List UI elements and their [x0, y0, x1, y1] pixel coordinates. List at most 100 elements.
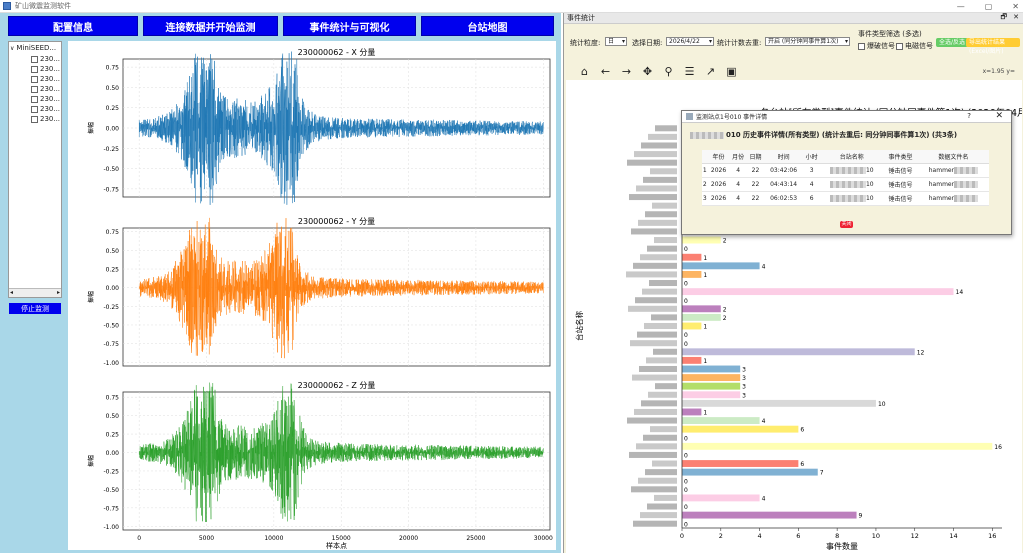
station-checkbox[interactable] — [31, 115, 38, 123]
bar-value-label: 1 — [703, 324, 707, 331]
stop-monitor-button[interactable]: 停止监测 — [9, 303, 61, 314]
tree-item[interactable]: 230... — [9, 64, 61, 74]
connect-button[interactable]: 连接数据并开始监测 — [143, 16, 278, 36]
stats-button[interactable]: 事件统计与可视化 — [283, 16, 416, 36]
redacted-station-label — [631, 486, 677, 493]
tree-item[interactable]: 230... — [9, 104, 61, 114]
dedupe-select[interactable]: 开启 (同分钟同事件算1次) — [765, 37, 850, 46]
bar[interactable] — [682, 399, 876, 407]
save-icon[interactable]: ▣ — [725, 65, 738, 78]
table-row[interactable]: 1 2026 4 22 03:42:06 3 10 锤击信号 hammer — [702, 163, 989, 178]
bar[interactable] — [682, 391, 741, 399]
home-icon[interactable]: ⌂ — [578, 65, 591, 78]
bar[interactable] — [682, 288, 954, 296]
station-checkbox[interactable] — [31, 65, 38, 73]
zoom-icon[interactable]: ⚲ — [662, 65, 675, 78]
y-axis-label: 振幅 — [87, 291, 95, 303]
redacted-value — [829, 180, 866, 188]
bar[interactable] — [682, 417, 760, 424]
bar[interactable] — [682, 442, 993, 450]
station-tree[interactable]: ∨ MiniSEED... 230... 230... 230... 230... 23… — [8, 41, 62, 298]
filter-blast[interactable]: 爆破信号 — [858, 41, 895, 51]
date-picker[interactable]: 2026/4/22 — [666, 37, 714, 46]
bar-value-label: 2 — [723, 315, 727, 322]
bar[interactable] — [682, 270, 702, 278]
help-icon[interactable]: ? — [967, 112, 971, 120]
tree-root-label: MiniSEED... — [16, 44, 57, 52]
electric-checkbox[interactable] — [896, 42, 903, 50]
redacted-station-label — [645, 469, 677, 476]
redacted-value — [829, 166, 866, 174]
stats-close-icon[interactable]: ✕ — [1013, 13, 1019, 24]
bar[interactable] — [682, 356, 702, 364]
maximize-button[interactable]: ▢ — [985, 2, 993, 11]
pan-icon[interactable]: ✥ — [641, 65, 654, 78]
bar-value-label: 4 — [762, 495, 766, 502]
bar[interactable] — [682, 348, 915, 356]
filter-electric[interactable]: 电磁信号 — [896, 41, 933, 51]
y-tick-label: -1.00 — [103, 360, 119, 367]
tree-root[interactable]: ∨ MiniSEED... — [9, 42, 61, 54]
blast-checkbox[interactable] — [858, 42, 865, 50]
map-button[interactable]: 台站地图 — [421, 16, 554, 36]
tree-item[interactable]: 230... — [9, 54, 61, 64]
event-table: 年份 月份 日期 时间 小时 台站名称 事件类型 数据文件名 1 2026 4 22 03:42:06… — [702, 150, 989, 206]
bar[interactable] — [682, 468, 818, 476]
bar-value-label: 0 — [684, 504, 688, 511]
period-select[interactable]: 日 — [605, 37, 627, 46]
bar[interactable] — [682, 408, 702, 416]
tree-item[interactable]: 230... — [9, 94, 61, 104]
close-button[interactable]: ✕ — [1012, 2, 1019, 11]
table-row[interactable]: 2 2026 4 22 04:43:14 4 10 锤击信号 hammer — [702, 177, 989, 192]
table-cell: hammer — [917, 191, 989, 206]
bar[interactable] — [682, 382, 741, 390]
restore-icon[interactable]: 🗗 — [1001, 13, 1008, 24]
dialog-close-icon[interactable]: ✕ — [995, 111, 1003, 121]
table-cell: 10 — [820, 163, 884, 178]
tree-item[interactable]: 230... — [9, 114, 61, 124]
bar[interactable] — [682, 236, 721, 244]
bar[interactable] — [682, 253, 702, 261]
redacted-station-label — [652, 460, 677, 467]
station-checkbox[interactable] — [31, 95, 38, 103]
select-all-button[interactable]: 全选/反选 — [936, 38, 969, 47]
scroll-left-icon[interactable]: ◂ — [10, 289, 13, 297]
station-checkbox[interactable] — [31, 85, 38, 93]
redacted-station-label — [642, 288, 677, 295]
station-checkbox[interactable] — [31, 75, 38, 83]
table-row[interactable]: 3 2026 4 22 06:02:53 6 10 锤击信号 hammer — [702, 191, 989, 206]
tree-scrollbar[interactable]: ◂ ▸ — [9, 288, 61, 297]
lines-icon[interactable]: ↗ — [704, 65, 717, 78]
station-checkbox[interactable] — [31, 55, 38, 63]
dialog-close-button[interactable]: 关闭 — [840, 221, 853, 228]
bar[interactable] — [682, 262, 760, 270]
config-button[interactable]: 配置信息 — [8, 16, 138, 36]
redacted-station-label — [634, 408, 677, 415]
bar[interactable] — [682, 460, 799, 467]
bar[interactable] — [682, 365, 741, 373]
forward-icon[interactable]: → — [620, 65, 633, 78]
cell-text: 10 — [865, 194, 874, 202]
scroll-right-icon[interactable]: ▸ — [57, 289, 60, 297]
configure-icon[interactable]: ☰ — [683, 65, 696, 78]
bar[interactable] — [682, 374, 741, 382]
x-tick-label: 30000 — [534, 535, 553, 542]
bar[interactable] — [682, 322, 702, 330]
back-icon[interactable]: ← — [599, 65, 612, 78]
bar[interactable] — [682, 425, 799, 433]
tree-item[interactable]: 230... — [9, 84, 61, 94]
bar[interactable] — [682, 313, 721, 321]
station-checkbox[interactable] — [31, 105, 38, 113]
minimize-button[interactable]: — — [957, 2, 965, 11]
bar[interactable] — [682, 494, 760, 502]
export-button[interactable]: 导出统计结果(Excel/图片) — [966, 38, 1020, 55]
bar[interactable] — [682, 305, 721, 313]
tree-item[interactable]: 230... — [9, 74, 61, 84]
redacted-station-label — [631, 228, 677, 235]
redacted-station-label — [627, 159, 677, 166]
redacted-station-label — [638, 477, 677, 484]
table-cell: 锤击信号 — [883, 191, 918, 206]
bar[interactable] — [682, 511, 857, 519]
chevron-down-icon[interactable]: ∨ — [10, 45, 14, 52]
table-cell: 10 — [820, 177, 884, 192]
